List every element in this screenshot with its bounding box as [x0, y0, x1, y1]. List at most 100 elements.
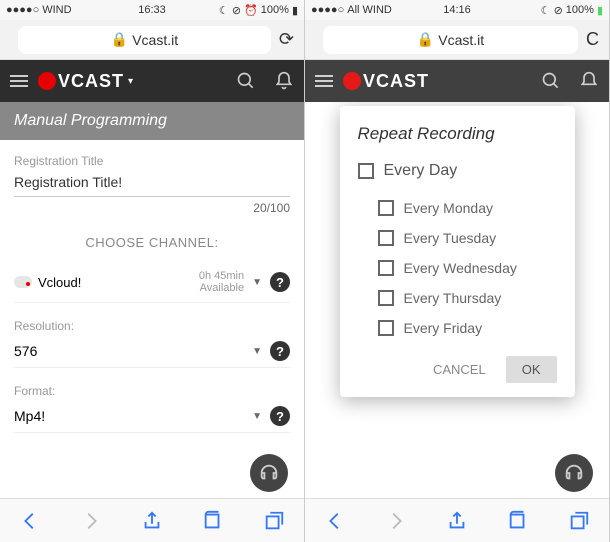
- resolution-block: Resolution: 576 ▼ ?: [14, 319, 290, 368]
- checkbox[interactable]: [378, 200, 394, 216]
- lock-icon: 🔒: [417, 31, 434, 48]
- day-row[interactable]: Every Friday: [378, 320, 557, 336]
- page-title: Manual Programming: [0, 102, 304, 140]
- clock: 16:33: [138, 4, 166, 16]
- bookmarks-button[interactable]: [202, 510, 224, 532]
- logo-caret: ▾: [128, 76, 133, 87]
- format-select[interactable]: Mp4! ▼ ?: [14, 404, 290, 433]
- battery-icon: ▮: [292, 4, 298, 17]
- back-button[interactable]: [324, 510, 346, 532]
- title-field-block: Registration Title Registration Title! 2…: [14, 154, 290, 215]
- day-row[interactable]: Every Monday: [378, 200, 557, 216]
- day-label: Every Thursday: [404, 290, 502, 306]
- url-text: Vcast.it: [438, 32, 484, 48]
- resolution-label: Resolution:: [14, 319, 290, 333]
- help-icon[interactable]: ?: [270, 406, 290, 426]
- refresh-icon[interactable]: ⟳: [279, 29, 294, 50]
- support-button[interactable]: [555, 454, 593, 492]
- url-text: Vcast.it: [132, 32, 178, 48]
- logo-text: VCAST: [58, 71, 124, 92]
- day-row[interactable]: Every Wednesday: [378, 260, 557, 276]
- phone-right: ●●●●○ All WIND 14:16 ☾ ⊘ 100% ▮ 🔒 Vcast.…: [305, 0, 610, 542]
- modal-title: Repeat Recording: [358, 124, 557, 144]
- content: Repeat Recording Every Day Every Monday …: [305, 102, 609, 498]
- channel-name: Vcloud!: [38, 275, 81, 290]
- help-icon[interactable]: ?: [270, 341, 290, 361]
- carrier-label: WIND: [42, 4, 71, 16]
- tabs-button[interactable]: [568, 510, 590, 532]
- menu-button[interactable]: [315, 75, 333, 87]
- forward-button[interactable]: [385, 510, 407, 532]
- back-button[interactable]: [19, 510, 41, 532]
- share-button[interactable]: [141, 510, 163, 532]
- support-button[interactable]: [250, 454, 288, 492]
- title-input[interactable]: Registration Title!: [14, 174, 290, 197]
- bookmarks-button[interactable]: [507, 510, 529, 532]
- channel-row[interactable]: Vcloud! 0h 45min Available ▼ ?: [14, 262, 290, 303]
- day-label: Every Wednesday: [404, 260, 517, 276]
- day-row[interactable]: Every Tuesday: [378, 230, 557, 246]
- tabs-button[interactable]: [263, 510, 285, 532]
- status-left: ●●●●○ All WIND: [311, 4, 392, 16]
- search-icon[interactable]: [236, 71, 256, 91]
- checkbox[interactable]: [358, 163, 374, 179]
- status-bar: ●●●●○ WIND 16:33 ☾ ⊘ ⏰ 100% ▮: [0, 0, 304, 20]
- phone-left: ●●●●○ WIND 16:33 ☾ ⊘ ⏰ 100% ▮ 🔒 Vcast.it…: [0, 0, 305, 542]
- help-icon[interactable]: ?: [270, 272, 290, 292]
- format-label: Format:: [14, 384, 290, 398]
- battery-percent: 100%: [566, 4, 594, 16]
- checkbox[interactable]: [378, 320, 394, 336]
- url-box[interactable]: 🔒 Vcast.it: [323, 26, 578, 54]
- menu-button[interactable]: [10, 75, 28, 87]
- repeat-modal: Repeat Recording Every Day Every Monday …: [340, 106, 575, 397]
- resolution-select[interactable]: 576 ▼ ?: [14, 339, 290, 368]
- cancel-button[interactable]: CANCEL: [425, 356, 494, 383]
- checkbox[interactable]: [378, 260, 394, 276]
- status-right: ☾ ⊘ ⏰ 100% ▮: [219, 4, 298, 17]
- modal-actions: CANCEL OK: [358, 356, 557, 383]
- form-content: Registration Title Registration Title! 2…: [0, 140, 304, 498]
- safari-toolbar: [305, 498, 609, 542]
- signal-icon: ●●●●○: [311, 4, 344, 16]
- url-box[interactable]: 🔒 Vcast.it: [18, 26, 271, 54]
- chevron-down-icon[interactable]: ▼: [252, 411, 262, 422]
- search-icon[interactable]: [541, 71, 561, 91]
- browser-bar: 🔒 Vcast.it C: [305, 20, 609, 60]
- app-header: VCAST ▾: [0, 60, 304, 102]
- day-label: Every Friday: [404, 320, 483, 336]
- resolution-value: 576: [14, 343, 252, 359]
- every-day-row[interactable]: Every Day: [358, 162, 557, 180]
- clock: 14:16: [443, 4, 471, 16]
- chevron-down-icon[interactable]: ▼: [252, 277, 262, 288]
- logo-dot-icon: [38, 72, 56, 90]
- bell-icon[interactable]: [579, 71, 599, 91]
- modal-overlay: Repeat Recording Every Day Every Monday …: [305, 102, 609, 498]
- chevron-down-icon[interactable]: ▼: [252, 346, 262, 357]
- day-row[interactable]: Every Thursday: [378, 290, 557, 306]
- checkbox[interactable]: [378, 290, 394, 306]
- available-label: 0h 45min Available: [199, 270, 244, 294]
- battery-percent: 100%: [261, 4, 289, 16]
- every-day-label: Every Day: [384, 162, 458, 180]
- safari-toolbar: [0, 498, 304, 542]
- status-right: ☾ ⊘ 100% ▮: [541, 4, 603, 17]
- lock-icon: 🔒: [111, 31, 128, 48]
- refresh-icon[interactable]: C: [586, 29, 599, 50]
- title-label: Registration Title: [14, 154, 290, 168]
- ok-button[interactable]: OK: [506, 356, 557, 383]
- forward-button[interactable]: [80, 510, 102, 532]
- logo-text: VCAST: [363, 71, 429, 92]
- status-left: ●●●●○ WIND: [6, 4, 72, 16]
- logo: VCAST ▾: [38, 71, 133, 92]
- signal-icon: ●●●●○: [6, 4, 39, 16]
- checkbox[interactable]: [378, 230, 394, 246]
- app-header: VCAST: [305, 60, 609, 102]
- share-button[interactable]: [446, 510, 468, 532]
- logo: VCAST: [343, 71, 429, 92]
- logo-dot-icon: [343, 72, 361, 90]
- cloud-icon: [14, 276, 32, 288]
- bell-icon[interactable]: [274, 71, 294, 91]
- status-bar: ●●●●○ All WIND 14:16 ☾ ⊘ 100% ▮: [305, 0, 609, 20]
- format-value: Mp4!: [14, 408, 252, 424]
- carrier-label: All WIND: [347, 4, 392, 16]
